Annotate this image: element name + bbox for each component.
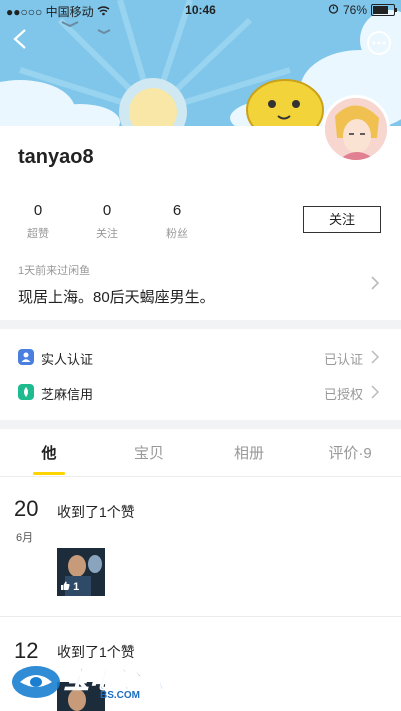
id-verify-icon (18, 349, 34, 365)
alarm-icon (328, 3, 339, 17)
watermark-subtext: BS.COM (100, 690, 140, 701)
verification-status: 已授权 (324, 387, 364, 402)
battery-fill (373, 6, 388, 14)
stat-value: 6 (172, 202, 182, 219)
tab-him[interactable]: 他 (19, 442, 79, 463)
stat-followers[interactable]: 6 粉丝 (147, 202, 207, 241)
tabs-divider (0, 476, 401, 477)
feed-day: 20 (14, 496, 39, 521)
follow-button[interactable]: 关注 (303, 206, 381, 233)
last-visit-text: 1天前来过闲鱼 (18, 265, 91, 277)
battery-percent: 76% (342, 3, 367, 17)
status-right-group: 76% (328, 3, 397, 17)
bio-chevron-icon (370, 275, 380, 296)
avatar-image (325, 98, 387, 160)
watermark-logo: 宝电论坛 BS.COM (8, 658, 188, 706)
chevron-right-icon (371, 385, 380, 399)
chevron-right-icon (371, 350, 380, 364)
feed-thumbnail[interactable]: 1 (57, 548, 105, 596)
stat-label: 超赞 (27, 228, 49, 240)
verification-row-id[interactable]: 实人认证 已认证 (0, 340, 401, 374)
verification-label: 芝麻信用 (41, 387, 94, 402)
stat-label: 粉丝 (166, 228, 188, 240)
verification-label: 实人认证 (41, 352, 94, 367)
stat-following[interactable]: 0 关注 (77, 202, 137, 241)
verification-status: 已认证 (324, 352, 364, 367)
back-icon[interactable] (12, 28, 28, 54)
bio-text[interactable]: 现居上海。80后天蝎座男生。 (18, 286, 215, 307)
feed-month: 6月 (16, 532, 34, 544)
status-bar: ●●○○○ 中国移动 10:46 76% (0, 0, 401, 20)
section-divider (0, 320, 401, 329)
active-tab-indicator (33, 472, 65, 475)
stat-likes[interactable]: 0 超赞 (8, 202, 68, 241)
verification-row-sesame[interactable]: 芝麻信用 已授权 (0, 375, 401, 409)
section-divider (0, 420, 401, 429)
feed-title: 收到了1个赞 (57, 504, 135, 520)
tab-reviews[interactable]: 评价·9 (315, 442, 385, 463)
tab-album[interactable]: 相册 (219, 442, 279, 463)
sesame-credit-icon (18, 384, 34, 400)
thumbs-up-icon (61, 581, 70, 590)
stat-value: 0 (102, 202, 112, 219)
feed-item[interactable]: 20 6月 收到了1个赞 1 (0, 490, 401, 612)
username: tanyao8 (18, 146, 94, 168)
tab-items[interactable]: 宝贝 (119, 442, 179, 463)
thumbnail-like-count: 1 (60, 581, 79, 593)
like-count: 1 (73, 581, 80, 593)
stat-label: 关注 (96, 228, 118, 240)
battery-icon (371, 4, 397, 16)
more-icon[interactable] (367, 31, 391, 55)
stat-value: 0 (33, 202, 43, 219)
feed-divider (0, 616, 401, 617)
avatar[interactable] (322, 95, 390, 163)
